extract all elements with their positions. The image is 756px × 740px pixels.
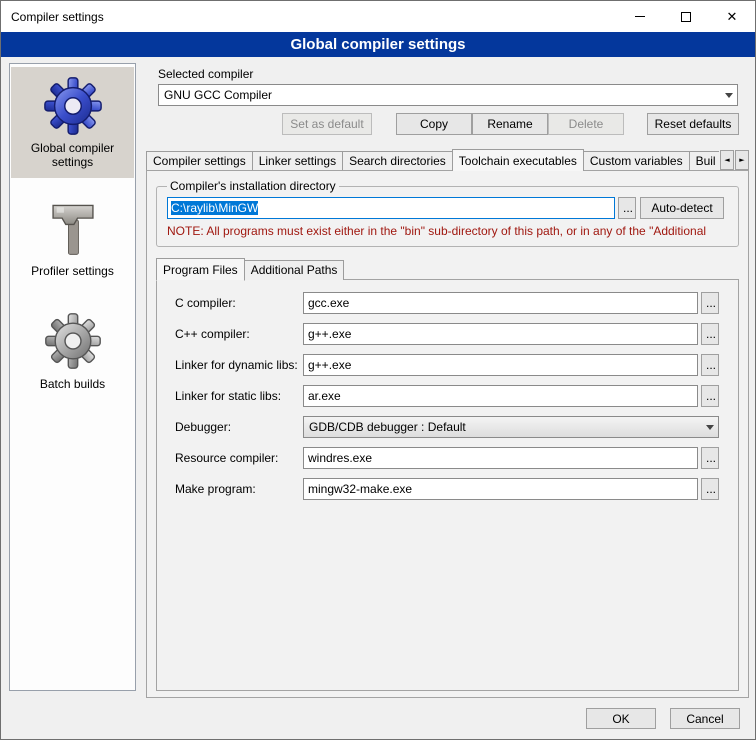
installation-directory-group: Compiler's installation directory C:\ray…	[156, 179, 739, 247]
maximize-button[interactable]	[663, 1, 709, 32]
main-content: Selected compiler GNU GCC Compiler Set a…	[146, 63, 749, 698]
tab-search-directories[interactable]: Search directories	[342, 151, 453, 171]
installation-directory-value: C:\raylib\MinGW	[171, 201, 258, 215]
titlebar: Compiler settings ✕	[1, 1, 755, 32]
sidebar-item-label: Global compiler settings	[14, 141, 131, 169]
tab-program-files[interactable]: Program Files	[156, 258, 245, 281]
field-label: C compiler:	[175, 296, 303, 310]
chevron-down-icon	[725, 93, 733, 98]
selected-compiler-label: Selected compiler	[158, 67, 749, 81]
field-row-make-program: Make program: ...	[175, 478, 719, 500]
program-files-tabbar: Program Files Additional Paths	[156, 257, 739, 280]
browse-directory-button[interactable]: ...	[618, 197, 636, 219]
field-label: Debugger:	[175, 420, 303, 434]
arrow-right-icon: ►	[739, 156, 744, 164]
window-controls: ✕	[617, 1, 755, 32]
debugger-dropdown[interactable]: GDB/CDB debugger : Default	[303, 416, 719, 438]
sidebar-item-label: Batch builds	[14, 377, 131, 391]
ok-button[interactable]: OK	[586, 708, 656, 729]
debugger-value: GDB/CDB debugger : Default	[309, 420, 702, 434]
tab-scroll-buttons: ◄ ►	[719, 150, 749, 170]
settings-category-sidebar: Global compiler settings Profiler settin…	[9, 63, 136, 691]
dynamic-linker-input[interactable]	[303, 354, 698, 376]
tab-compiler-settings[interactable]: Compiler settings	[146, 151, 253, 171]
minimize-button[interactable]	[617, 1, 663, 32]
chevron-down-icon	[706, 425, 714, 430]
program-files-panel: C compiler: ... C++ compiler: ... Linker…	[156, 279, 739, 691]
delete-button[interactable]: Delete	[548, 113, 624, 135]
auto-detect-button[interactable]: Auto-detect	[640, 197, 724, 219]
cpp-compiler-input[interactable]	[303, 323, 698, 345]
selected-compiler-value: GNU GCC Compiler	[164, 88, 721, 102]
tab-scroll-left-button[interactable]: ◄	[720, 150, 734, 170]
browse-c-compiler-button[interactable]: ...	[701, 292, 719, 314]
window-title: Compiler settings	[11, 10, 104, 24]
sidebar-item-batch-builds[interactable]: Batch builds	[11, 303, 134, 400]
field-row-resource-compiler: Resource compiler: ...	[175, 447, 719, 469]
field-row-debugger: Debugger: GDB/CDB debugger : Default	[175, 416, 719, 438]
cancel-button[interactable]: Cancel	[670, 708, 740, 729]
tab-build-options[interactable]: Buil	[689, 151, 719, 171]
tab-scroller: Compiler settings Linker settings Search…	[146, 149, 719, 171]
sidebar-item-label: Profiler settings	[14, 264, 131, 278]
copy-button[interactable]: Copy	[396, 113, 472, 135]
close-button[interactable]: ✕	[709, 1, 755, 32]
field-label: C++ compiler:	[175, 327, 303, 341]
gray-gear-icon	[42, 311, 104, 373]
field-row-static-linker: Linker for static libs: ...	[175, 385, 719, 407]
sidebar-item-profiler-settings[interactable]: Profiler settings	[11, 190, 134, 287]
selected-compiler-dropdown[interactable]: GNU GCC Compiler	[158, 84, 738, 106]
field-row-cpp-compiler: C++ compiler: ...	[175, 323, 719, 345]
browse-cpp-compiler-button[interactable]: ...	[701, 323, 719, 345]
close-icon: ✕	[727, 10, 738, 23]
tab-additional-paths[interactable]: Additional Paths	[244, 260, 345, 280]
field-label: Linker for dynamic libs:	[175, 358, 303, 372]
reset-defaults-button[interactable]: Reset defaults	[647, 113, 739, 135]
minimize-icon	[635, 16, 645, 17]
tab-custom-variables[interactable]: Custom variables	[583, 151, 690, 171]
browse-static-linker-button[interactable]: ...	[701, 385, 719, 407]
make-program-input[interactable]	[303, 478, 698, 500]
installation-directory-legend: Compiler's installation directory	[167, 179, 339, 193]
c-compiler-input[interactable]	[303, 292, 698, 314]
tab-linker-settings[interactable]: Linker settings	[252, 151, 343, 171]
installation-directory-input[interactable]: C:\raylib\MinGW	[167, 197, 615, 219]
arrow-left-icon: ◄	[724, 156, 729, 164]
browse-resource-compiler-button[interactable]: ...	[701, 447, 719, 469]
maximize-icon	[681, 12, 691, 22]
page-title: Global compiler settings	[1, 32, 755, 57]
directory-note: NOTE: All programs must exist either in …	[167, 224, 728, 238]
resource-compiler-input[interactable]	[303, 447, 698, 469]
compiler-actions: Set as default Copy Rename Delete Reset …	[146, 113, 749, 135]
field-label: Linker for static libs:	[175, 389, 303, 403]
set-as-default-button[interactable]: Set as default	[282, 113, 372, 135]
browse-dynamic-linker-button[interactable]: ...	[701, 354, 719, 376]
blue-gear-icon	[42, 75, 104, 137]
field-row-c-compiler: C compiler: ...	[175, 292, 719, 314]
static-linker-input[interactable]	[303, 385, 698, 407]
sidebar-item-global-compiler-settings[interactable]: Global compiler settings	[11, 67, 134, 178]
profiler-tool-icon	[42, 198, 104, 260]
installation-directory-row: C:\raylib\MinGW ... Auto-detect	[167, 197, 728, 219]
browse-make-program-button[interactable]: ...	[701, 478, 719, 500]
settings-tabbar: Compiler settings Linker settings Search…	[146, 148, 749, 171]
dialog-footer: OK Cancel	[1, 708, 755, 729]
compiler-settings-window: Compiler settings ✕ Global compiler sett…	[0, 0, 756, 740]
field-label: Make program:	[175, 482, 303, 496]
field-label: Resource compiler:	[175, 451, 303, 465]
toolchain-executables-panel: Compiler's installation directory C:\ray…	[146, 170, 749, 698]
rename-button[interactable]: Rename	[472, 113, 548, 135]
tab-scroll-right-button[interactable]: ►	[735, 150, 749, 170]
tab-toolchain-executables[interactable]: Toolchain executables	[452, 149, 584, 171]
field-row-dynamic-linker: Linker for dynamic libs: ...	[175, 354, 719, 376]
